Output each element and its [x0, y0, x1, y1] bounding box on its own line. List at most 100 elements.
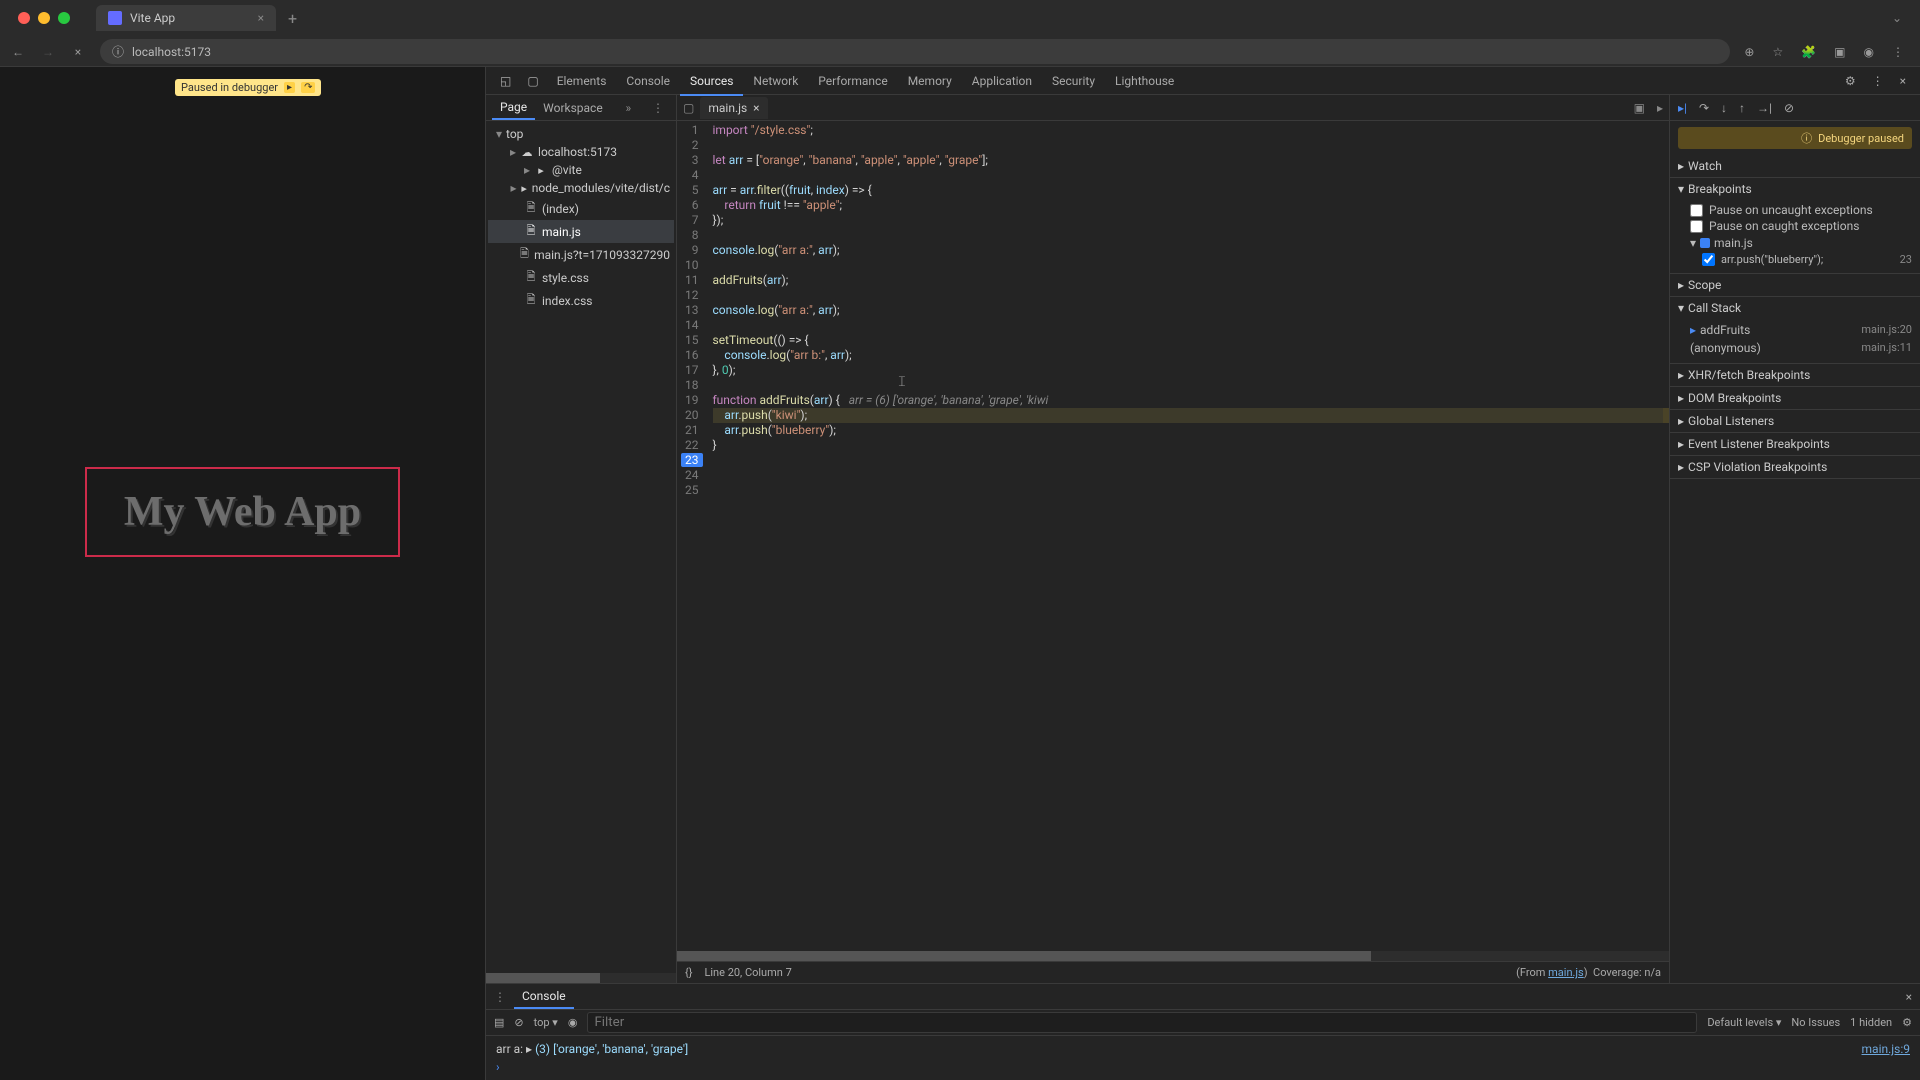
- info-icon: ⓘ: [1801, 130, 1812, 146]
- more-tabs-icon[interactable]: »: [620, 101, 638, 115]
- global-listeners-section[interactable]: ▸ Global Listeners: [1670, 410, 1920, 432]
- step-into-button[interactable]: ↓: [1721, 101, 1727, 115]
- deactivate-breakpoints-button[interactable]: ⊘: [1784, 101, 1794, 115]
- braces-icon[interactable]: {}: [685, 966, 692, 979]
- zoom-icon[interactable]: ⊕: [1744, 45, 1754, 59]
- settings-icon[interactable]: ⚙: [1837, 70, 1864, 92]
- reload-button[interactable]: ×: [70, 45, 86, 59]
- devtools-tab-network[interactable]: Network: [743, 68, 808, 94]
- file-tree[interactable]: ▾top▸☁localhost:5173▸▸@vite▸▸node_module…: [486, 121, 676, 973]
- issues-badge[interactable]: No Issues: [1791, 1016, 1840, 1029]
- code-area[interactable]: 1234567891011121314151617181920212223242…: [677, 121, 1669, 951]
- forward-button[interactable]: →: [40, 45, 56, 59]
- console-tab[interactable]: Console: [514, 985, 574, 1009]
- console-output[interactable]: arr a: ▸ (3) ['orange', 'banana', 'grape…: [486, 1036, 1920, 1080]
- console-prompt[interactable]: ›: [496, 1058, 1910, 1076]
- log-levels-selector[interactable]: Default levels ▾: [1707, 1016, 1781, 1029]
- tree-file[interactable]: 🗎main.js?t=171093327290: [488, 243, 674, 266]
- traffic-lights: [8, 12, 80, 24]
- watch-section[interactable]: ▸ Watch: [1670, 155, 1920, 177]
- inspect-icon[interactable]: ◱: [492, 70, 519, 92]
- devtools-tab-sources[interactable]: Sources: [680, 68, 743, 96]
- browser-tab[interactable]: Vite App ×: [96, 5, 276, 31]
- step-button[interactable]: →|: [1757, 101, 1772, 115]
- menu-icon[interactable]: ⋮: [1892, 45, 1904, 59]
- tree-file[interactable]: 🗎index.css: [488, 289, 674, 312]
- devtools-tab-security[interactable]: Security: [1042, 68, 1105, 94]
- callstack-section[interactable]: ▾ Call Stack: [1670, 297, 1920, 319]
- filter-input[interactable]: [587, 1012, 1697, 1033]
- stack-frame[interactable]: (anonymous)main.js:11: [1690, 339, 1912, 357]
- event-listener-breakpoints-section[interactable]: ▸ Event Listener Breakpoints: [1670, 433, 1920, 455]
- page-tab[interactable]: Page: [492, 96, 535, 120]
- log-source-link[interactable]: main.js:9: [1862, 1042, 1910, 1056]
- breakpoint-file[interactable]: ▾ main.js: [1690, 234, 1912, 252]
- resume-mini-button[interactable]: ▸: [284, 82, 295, 93]
- url-input[interactable]: ⓘ localhost:5173: [100, 39, 1730, 64]
- close-tab-icon[interactable]: ×: [258, 11, 264, 25]
- format-icon[interactable]: ▣: [1634, 101, 1645, 115]
- tree-file[interactable]: 🗎(index): [488, 197, 674, 220]
- pause-caught-checkbox[interactable]: [1690, 220, 1703, 233]
- tree-file[interactable]: 🗎main.js: [488, 220, 674, 243]
- sidebar-toggle-icon[interactable]: ▤: [494, 1016, 504, 1029]
- dom-breakpoints-section[interactable]: ▸ DOM Breakpoints: [1670, 387, 1920, 409]
- tree-context[interactable]: ▾top: [488, 125, 674, 143]
- new-tab-button[interactable]: +: [276, 9, 309, 28]
- kebab-icon[interactable]: ⋮: [646, 101, 670, 115]
- back-button[interactable]: ←: [10, 45, 26, 59]
- step-mini-button[interactable]: ↷: [301, 82, 315, 93]
- tree-domain[interactable]: ▸☁localhost:5173: [488, 143, 674, 161]
- step-out-button[interactable]: ↑: [1739, 101, 1745, 115]
- breakpoint-marker-icon: [1700, 238, 1710, 248]
- workspace-tab[interactable]: Workspace: [535, 97, 611, 119]
- source-link[interactable]: main.js: [1548, 966, 1584, 979]
- device-toggle-icon[interactable]: ▢: [519, 70, 546, 92]
- console-log-line[interactable]: arr a: ▸ (3) ['orange', 'banana', 'grape…: [496, 1040, 1910, 1058]
- extensions-icon[interactable]: 🧩: [1801, 45, 1816, 59]
- live-expression-icon[interactable]: ◉: [568, 1016, 578, 1029]
- context-selector[interactable]: top ▾: [534, 1016, 558, 1029]
- tree-file[interactable]: 🗎style.css: [488, 266, 674, 289]
- file-icon: 🗎: [524, 291, 538, 310]
- pause-uncaught-checkbox[interactable]: [1690, 204, 1703, 217]
- csp-breakpoints-section[interactable]: ▸ CSP Violation Breakpoints: [1670, 456, 1920, 478]
- breakpoint-entry[interactable]: arr.push("blueberry"); 23: [1690, 252, 1912, 267]
- devtools-tab-elements[interactable]: Elements: [547, 68, 617, 94]
- devtools-tab-lighthouse[interactable]: Lighthouse: [1105, 68, 1184, 94]
- xhr-breakpoints-section[interactable]: ▸ XHR/fetch Breakpoints: [1670, 364, 1920, 386]
- minimize-window-icon[interactable]: [38, 12, 50, 24]
- devtools-tab-performance[interactable]: Performance: [808, 68, 897, 94]
- console-settings-icon[interactable]: ⚙: [1902, 1016, 1912, 1029]
- close-drawer-icon[interactable]: ×: [1906, 990, 1912, 1004]
- panel-icon[interactable]: ▣: [1834, 45, 1845, 59]
- bookmark-icon[interactable]: ☆: [1772, 45, 1783, 59]
- devtools-tab-application[interactable]: Application: [962, 68, 1042, 94]
- run-icon[interactable]: ▸: [1657, 101, 1663, 115]
- close-window-icon[interactable]: [18, 12, 30, 24]
- breakpoint-checkbox[interactable]: [1702, 253, 1715, 266]
- maximize-window-icon[interactable]: [58, 12, 70, 24]
- devtools-tab-console[interactable]: Console: [616, 68, 680, 94]
- editor-tab-icon[interactable]: ▢: [683, 101, 694, 115]
- close-file-icon[interactable]: ×: [753, 101, 759, 115]
- step-over-button[interactable]: ↷: [1699, 101, 1709, 115]
- site-info-icon[interactable]: ⓘ: [112, 43, 124, 60]
- horizontal-scrollbar[interactable]: [486, 973, 676, 983]
- browser-chrome: Vite App × + ⌄ ← → × ⓘ localhost:5173 ⊕ …: [0, 0, 1920, 67]
- profile-icon[interactable]: ◉: [1864, 45, 1874, 59]
- editor-scrollbar[interactable]: [677, 951, 1669, 961]
- stack-frame[interactable]: addFruitsmain.js:20: [1690, 321, 1912, 339]
- chevron-down-icon[interactable]: ⌄: [1892, 11, 1912, 25]
- clear-console-icon[interactable]: ⊘: [514, 1016, 523, 1029]
- close-devtools-icon[interactable]: ×: [1892, 70, 1914, 92]
- tree-folder[interactable]: ▸▸node_modules/vite/dist/c: [488, 179, 674, 197]
- more-icon[interactable]: ⋮: [1864, 70, 1892, 92]
- scope-section[interactable]: ▸ Scope: [1670, 274, 1920, 296]
- resume-button[interactable]: ▸|: [1678, 101, 1687, 115]
- breakpoints-section[interactable]: ▾ Breakpoints: [1670, 178, 1920, 200]
- tree-folder[interactable]: ▸▸@vite: [488, 161, 674, 179]
- console-menu-icon[interactable]: ⋮: [494, 990, 514, 1004]
- devtools-tab-memory[interactable]: Memory: [898, 68, 962, 94]
- editor-tab[interactable]: main.js ×: [700, 97, 767, 119]
